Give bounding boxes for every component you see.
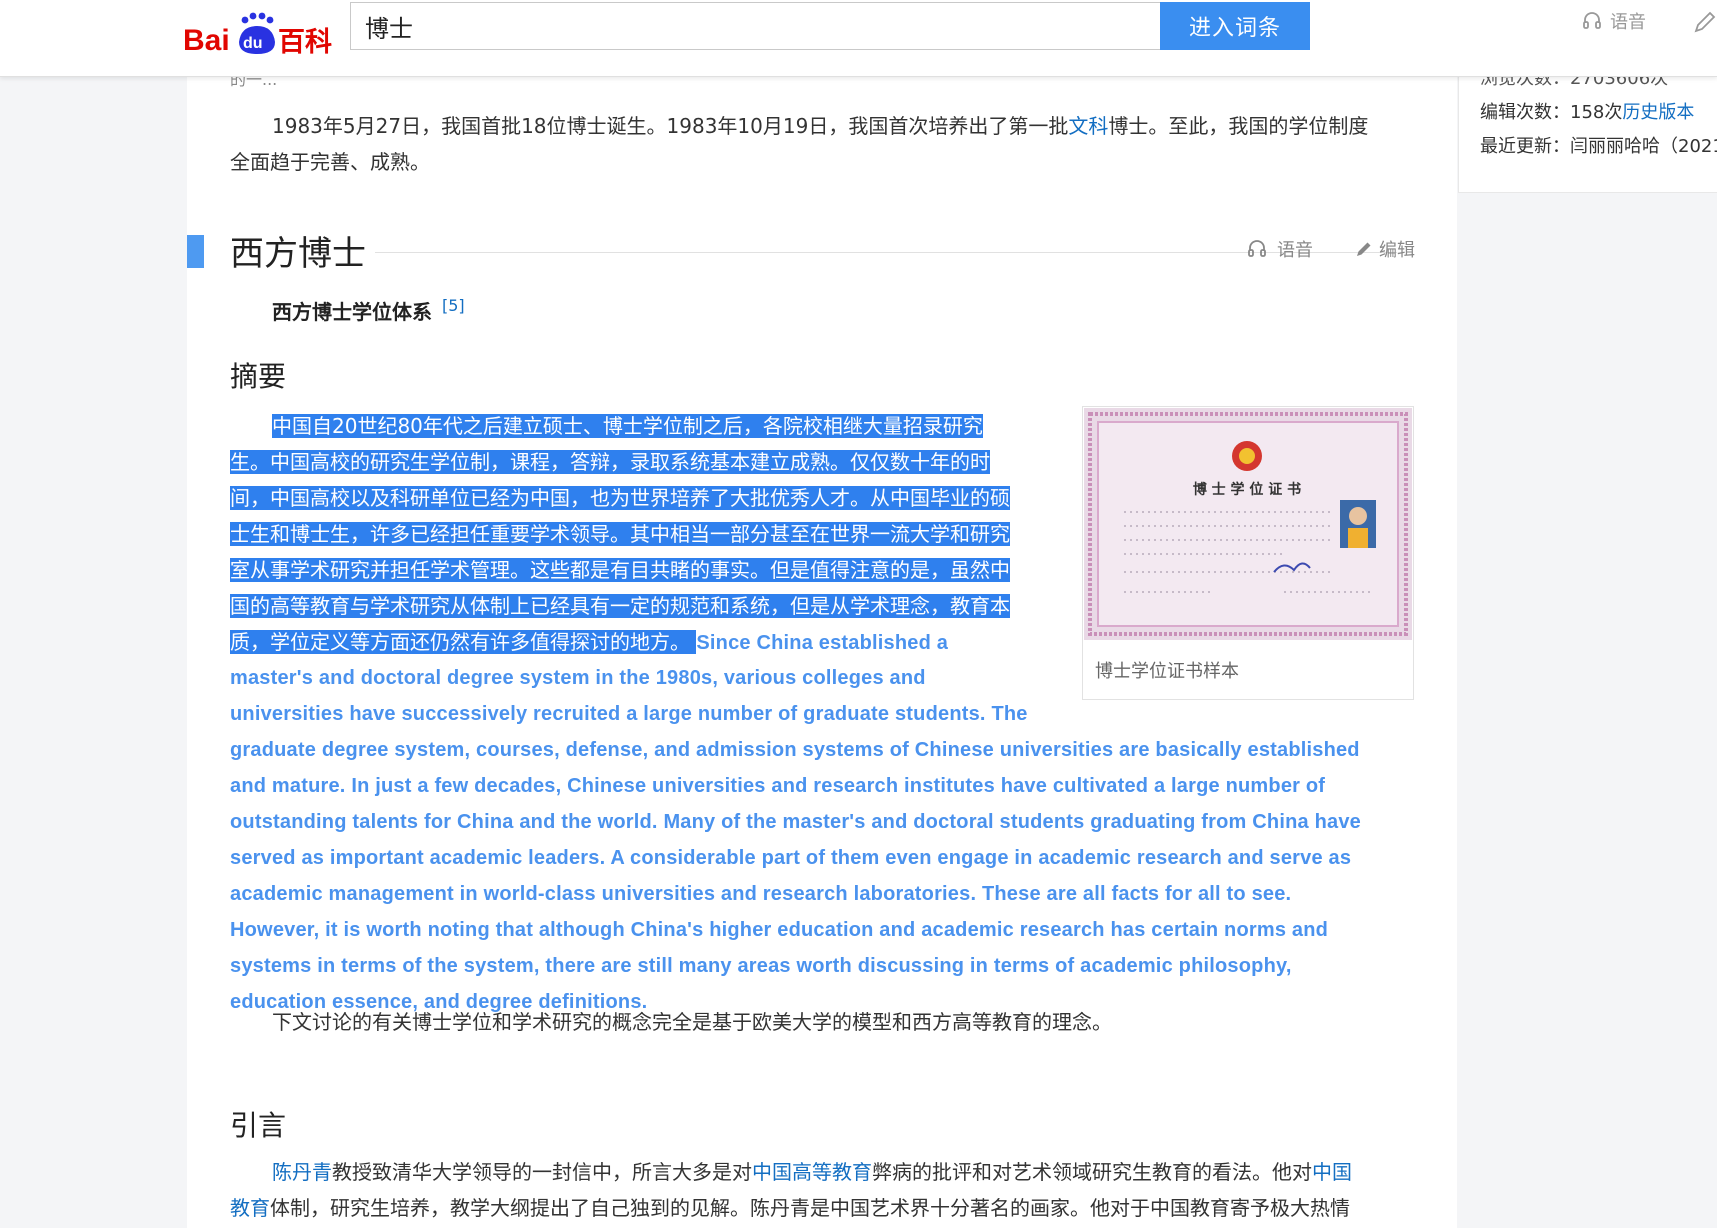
english-line: outstanding talents for China and the wo… bbox=[230, 811, 1361, 833]
section-voice-button[interactable]: 语音 bbox=[1247, 236, 1313, 262]
section-edit-label: 编辑 bbox=[1379, 240, 1415, 261]
english-text: Since China established a bbox=[696, 632, 949, 654]
pencil-icon[interactable] bbox=[1692, 10, 1717, 35]
paragraph-introduction: 陈丹青教授致清华大学领导的一封信中，所言大多是对中国高等教育弊病的批评和对艺术领… bbox=[230, 1154, 1410, 1226]
svg-text:百科: 百科 bbox=[278, 27, 332, 58]
english-line: served as important academic leaders. A … bbox=[230, 847, 1352, 869]
highlighted-text: 生。中国高校的研究生学位制，课程，答辩，录取系统基本建立成熟。仅仅数十年的时 bbox=[230, 450, 990, 474]
highlighted-text: 国的高等教育与学术研究从体制上已经具有一定的规范和系统，但是从学术理念，教育本 bbox=[230, 594, 1010, 618]
headphones-icon bbox=[1248, 240, 1266, 257]
section-edit-button[interactable]: 编辑 bbox=[1355, 236, 1415, 262]
edits-count-text: 编辑次数：158次 bbox=[1480, 102, 1623, 123]
paragraph-western-model: 下文讨论的有关博士学位和学术研究的概念完全是基于欧美大学的模型和西方高等教育的理… bbox=[230, 1004, 1410, 1040]
heading-introduction: 引言 bbox=[230, 1109, 287, 1142]
highlighted-text: 中国自20世纪80年代之后建立硕士、博士学位制之后，各院校相继大量招录研究 bbox=[272, 414, 983, 438]
headphones-icon bbox=[1583, 12, 1601, 29]
history-version-link[interactable]: 历史版本 bbox=[1622, 102, 1694, 123]
english-line: academic management in world-class unive… bbox=[230, 883, 1292, 905]
text-line: 士生和博士生，许多已经担任重要学术领导。其中相当一部分甚至在世界一流大学和研究 bbox=[230, 516, 1010, 552]
top-bar: Bai du 百科 进入词条 语音 bbox=[0, 0, 1717, 77]
doctoral-certificate-image[interactable]: 博 士 学 位 证 书 bbox=[1084, 408, 1412, 640]
english-line: However, it is worth noting that althoug… bbox=[230, 919, 1329, 941]
text-line: 中国自20世纪80年代之后建立硕士、博士学位制之后，各院校相继大量招录研究 bbox=[272, 408, 983, 444]
search-box[interactable] bbox=[350, 2, 1160, 50]
text-line: 室从事学术研究并担任学术管理。这些都是有目共睹的事实。但是值得注意的是，虽然中 bbox=[230, 552, 1010, 588]
text-line: 国的高等教育与学术研究从体制上已经具有一定的规范和系统，但是从学术理念，教育本 bbox=[230, 588, 1010, 624]
section-voice-label: 语音 bbox=[1277, 240, 1313, 261]
certificate-title: 博 士 学 位 证 书 bbox=[1193, 481, 1301, 498]
para1-text-after: 博士。至此，我国的学位制度 bbox=[1108, 114, 1369, 138]
english-line: systems in terms of the system, there ar… bbox=[230, 955, 1292, 977]
highlighted-text: 士生和博士生，许多已经担任重要学术领导。其中相当一部分甚至在世界一流大学和研究 bbox=[230, 522, 1010, 546]
figure-caption: 博士学位证书样本 bbox=[1095, 661, 1239, 682]
china-higher-education-link[interactable]: 中国高等教育 bbox=[752, 1160, 872, 1184]
english-line: graduate degree system, courses, defense… bbox=[230, 739, 1360, 761]
intro-text-2: 弊病的批评和对艺术领域研究生教育的看法。他对 bbox=[872, 1160, 1312, 1184]
search-input[interactable] bbox=[351, 3, 1160, 49]
text-line: 质，学位定义等方面还仍然有许多值得探讨的地方。 Since China esta… bbox=[230, 624, 948, 661]
enter-entry-button[interactable]: 进入词条 bbox=[1160, 2, 1310, 50]
english-line: and mature. In just a few decades, Chine… bbox=[230, 775, 1326, 797]
paragraph-degree-history: 1983年5月27日，我国首批18位博士诞生。1983年10月19日，我国首次培… bbox=[230, 108, 1410, 180]
svg-text:Bai: Bai bbox=[183, 24, 230, 57]
top-voice-label: 语音 bbox=[1610, 12, 1646, 33]
section-accent-bar bbox=[187, 235, 204, 268]
certificate-figure[interactable]: 博 士 学 位 证 书 博士学位证书样本 bbox=[1082, 406, 1414, 700]
subtitle-text: 西方博士学位体系 bbox=[272, 300, 432, 324]
education-link[interactable]: 教育 bbox=[230, 1196, 270, 1220]
para-after-text: 下文讨论的有关博士学位和学术研究的概念完全是基于欧美大学的模型和西方高等教育的理… bbox=[272, 1010, 1112, 1034]
intro-text-1: 教授致清华大学领导的一封信中，所言大多是对 bbox=[332, 1160, 752, 1184]
svg-text:du: du bbox=[243, 35, 263, 52]
last-updated: 最近更新：闫丽丽哈哈（2021 bbox=[1480, 136, 1717, 157]
english-line: master's and doctoral degree system in t… bbox=[230, 667, 926, 689]
edits-count: 编辑次数：158次历史版本 bbox=[1480, 98, 1694, 124]
english-line: universities have successively recruited… bbox=[230, 703, 1028, 725]
text-line: 间，中国高校以及科研单位已经为中国，也为世界培养了大批优秀人才。从中国毕业的硕 bbox=[230, 480, 1010, 516]
reference-link[interactable]: [5] bbox=[442, 296, 465, 315]
pencil-icon bbox=[1357, 242, 1371, 256]
highlighted-text: 质，学位定义等方面还仍然有许多值得探讨的地方。 bbox=[230, 630, 690, 654]
china-link[interactable]: 中国 bbox=[1312, 1160, 1352, 1184]
wenke-link[interactable]: 文科 bbox=[1068, 114, 1108, 138]
text-line: 生。中国高校的研究生学位制，课程，答辩，录取系统基本建立成熟。仅仅数十年的时 bbox=[230, 444, 990, 480]
subtitle-western-degree-system: 西方博士学位体系 [5] bbox=[272, 296, 465, 325]
heading-abstract: 摘要 bbox=[230, 360, 287, 393]
para1-line2: 全面趋于完善、成熟。 bbox=[230, 150, 430, 174]
section-heading-western-doctor: 西方博士 语音 编辑 bbox=[187, 230, 1417, 274]
highlighted-text: 室从事学术研究并担任学术管理。这些都是有目共睹的事实。但是值得注意的是，虽然中 bbox=[230, 558, 1010, 582]
highlighted-text: 间，中国高校以及科研单位已经为中国，也为世界培养了大批优秀人才。从中国毕业的硕 bbox=[230, 486, 1010, 510]
chen-danqing-link[interactable]: 陈丹青 bbox=[272, 1160, 332, 1184]
section-divider bbox=[375, 252, 1397, 253]
section-title: 西方博士 bbox=[230, 234, 366, 274]
top-voice-button[interactable]: 语音 bbox=[1582, 8, 1646, 34]
intro-text-3: 体制，研究生培养，教学大纲提出了自己独到的见解。陈丹青是中国艺术界十分著名的画家… bbox=[270, 1196, 1350, 1220]
baidu-baike-logo[interactable]: Bai du 百科 bbox=[183, 12, 343, 58]
para1-text: 1983年5月27日，我国首批18位博士诞生。1983年10月19日，我国首次培… bbox=[272, 114, 1069, 138]
